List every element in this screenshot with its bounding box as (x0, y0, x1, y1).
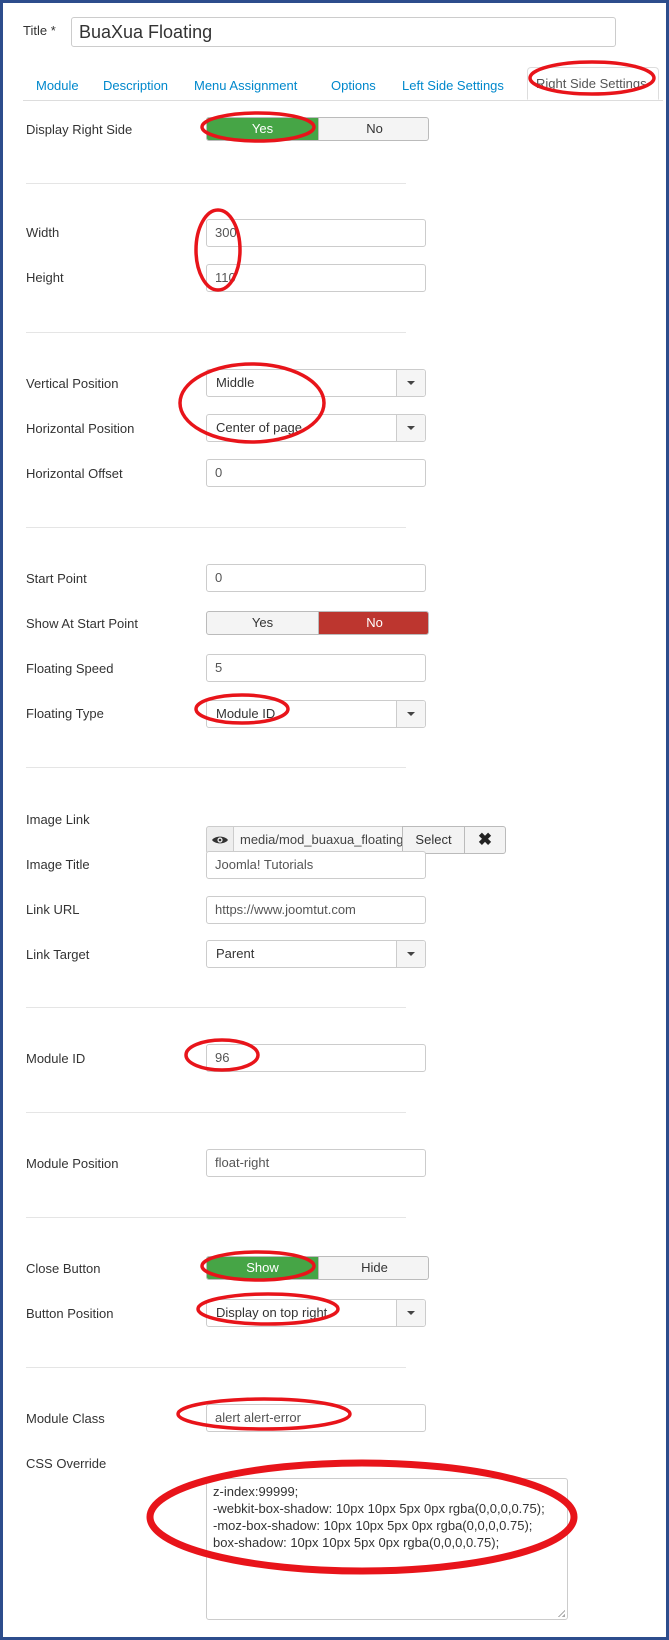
show-at-start-point-yes-button[interactable]: Yes (207, 612, 318, 634)
display-right-side-yes-button[interactable]: Yes (207, 118, 318, 140)
link-target-select[interactable]: Parent (206, 940, 426, 968)
horizontal-offset-label: Horizontal Offset (26, 466, 123, 481)
clear-icon[interactable]: ✖ (464, 826, 506, 854)
height-input[interactable]: 110 (206, 264, 426, 292)
tab-bar: Module Description Menu Assignment Optio… (23, 67, 663, 101)
display-right-side-toggle: Yes No (206, 117, 429, 141)
show-at-start-point-toggle: Yes No (206, 611, 429, 635)
css-line: -webkit-box-shadow: 10px 10px 5px 0px rg… (213, 1501, 545, 1516)
resize-handle[interactable] (557, 1609, 565, 1617)
section-divider (26, 1007, 406, 1008)
tab-module[interactable]: Module (36, 73, 79, 99)
module-class-input[interactable]: alert alert-error (206, 1404, 426, 1432)
image-link-path[interactable]: media/mod_buaxua_floating (233, 826, 403, 854)
button-position-select[interactable]: Display on top right (206, 1299, 426, 1327)
close-button-label: Close Button (26, 1261, 101, 1276)
link-url-label: Link URL (26, 902, 80, 917)
floating-type-value: Module ID (216, 706, 276, 721)
vertical-position-select[interactable]: Middle (206, 369, 426, 397)
chevron-down-icon[interactable] (396, 370, 425, 396)
section-divider (26, 1367, 406, 1368)
css-override-label: CSS Override (26, 1456, 107, 1471)
screenshot-frame: Title * BuaXua Floating Module Descripti… (0, 0, 669, 1640)
close-button-toggle: Show Hide (206, 1256, 429, 1280)
vertical-position-label: Vertical Position (26, 376, 119, 391)
module-id-label: Module ID (26, 1051, 86, 1066)
css-override-textarea[interactable]: z-index:99999; -webkit-box-shadow: 10px … (206, 1478, 568, 1620)
section-divider (26, 767, 406, 768)
show-at-start-point-no-button[interactable]: No (318, 612, 428, 634)
module-position-input[interactable]: float-right (206, 1149, 426, 1177)
eye-icon[interactable] (206, 826, 234, 854)
link-target-label: Link Target (26, 947, 90, 962)
section-divider (26, 1217, 406, 1218)
tab-options[interactable]: Options (331, 73, 376, 99)
section-divider (26, 527, 406, 528)
horizontal-offset-input[interactable]: 0 (206, 459, 426, 487)
chevron-down-icon[interactable] (396, 941, 425, 967)
css-line: -moz-box-shadow: 10px 10px 5px 0px rgba(… (213, 1518, 533, 1533)
start-point-input[interactable]: 0 (206, 564, 426, 592)
horizontal-position-label: Horizontal Position (26, 421, 135, 436)
width-input[interactable]: 300 (206, 219, 426, 247)
chevron-down-icon[interactable] (396, 701, 425, 727)
floating-speed-input[interactable]: 5 (206, 654, 426, 682)
image-title-input[interactable]: Joomla! Tutorials (206, 851, 426, 879)
tab-menu-assignment[interactable]: Menu Assignment (194, 73, 297, 99)
module-id-input[interactable]: 96 (206, 1044, 426, 1072)
width-label: Width (26, 225, 60, 240)
tab-right-side-settings[interactable]: Right Side Settings (527, 67, 659, 100)
button-position-label: Button Position (26, 1306, 114, 1321)
image-title-label: Image Title (26, 857, 90, 872)
title-label: Title * (23, 23, 56, 38)
image-link-label: Image Link (26, 812, 90, 827)
css-line: box-shadow: 10px 10px 5px 0px rgba(0,0,0… (213, 1535, 500, 1550)
section-divider (26, 1112, 406, 1113)
floating-type-select[interactable]: Module ID (206, 700, 426, 728)
css-line: z-index:99999; (213, 1484, 299, 1499)
chevron-down-icon[interactable] (396, 1300, 425, 1326)
tab-left-side-settings[interactable]: Left Side Settings (402, 73, 504, 99)
chevron-down-icon[interactable] (396, 415, 425, 441)
module-position-label: Module Position (26, 1156, 119, 1171)
start-point-label: Start Point (26, 571, 87, 586)
tab-description[interactable]: Description (103, 73, 168, 99)
display-right-side-no-button[interactable]: No (318, 118, 428, 140)
image-select-button[interactable]: Select (402, 826, 465, 854)
module-class-label: Module Class (26, 1411, 105, 1426)
horizontal-position-select[interactable]: Center of page (206, 414, 426, 442)
floating-speed-label: Floating Speed (26, 661, 114, 676)
image-link-media-field: media/mod_buaxua_floating Select ✖ (206, 826, 516, 854)
horizontal-position-value: Center of page (216, 420, 303, 435)
show-at-start-point-label: Show At Start Point (26, 616, 139, 631)
close-button-hide-button[interactable]: Hide (318, 1257, 428, 1279)
link-url-input[interactable]: https://www.joomtut.com (206, 896, 426, 924)
title-input[interactable]: BuaXua Floating (71, 17, 616, 47)
floating-type-label: Floating Type (26, 706, 104, 721)
link-target-value: Parent (216, 946, 255, 961)
eye-icon-svg (212, 836, 228, 844)
section-divider (26, 332, 406, 333)
height-label: Height (26, 270, 64, 285)
display-right-side-label: Display Right Side (26, 122, 133, 137)
close-button-show-button[interactable]: Show (207, 1257, 318, 1279)
vertical-position-value: Middle (216, 375, 255, 390)
button-position-value: Display on top right (216, 1305, 328, 1320)
section-divider (26, 183, 406, 184)
